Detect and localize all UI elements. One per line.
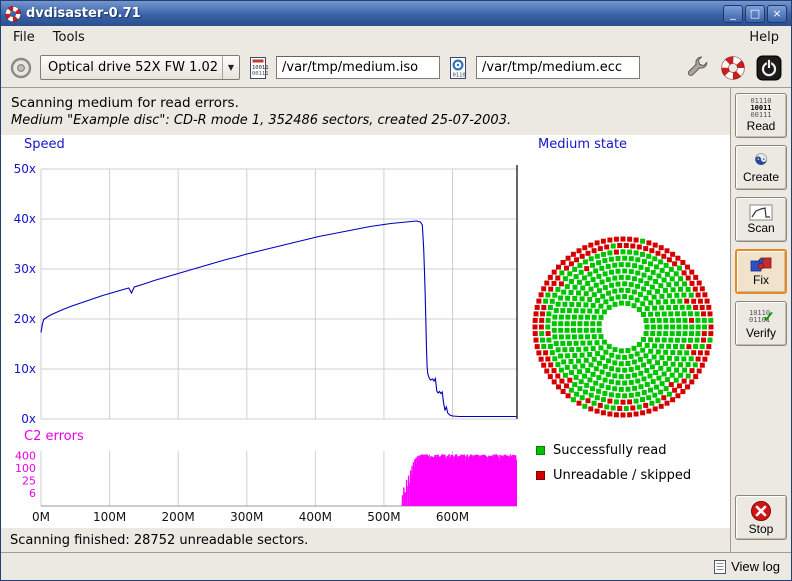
svg-text:50x: 50x	[14, 162, 36, 176]
lifebelt-icon	[720, 55, 746, 81]
view-log-button[interactable]: View log	[710, 557, 784, 576]
menu-bar: File Tools Help	[1, 26, 791, 48]
scan-result-text: Scanning finished: 28752 unreadable sect…	[10, 533, 308, 548]
wrench-icon	[684, 55, 710, 81]
maximize-button[interactable]: □	[745, 5, 765, 23]
menu-tools[interactable]: Tools	[44, 28, 94, 47]
fix-button[interactable]: Fix	[735, 249, 787, 294]
app-window: dvdisaster-0.71 _ □ × File Tools Help Op…	[0, 0, 792, 581]
check-icon: ✓	[762, 308, 775, 326]
minimize-button[interactable]: _	[723, 5, 743, 23]
status-message: Scanning medium for read errors.	[11, 95, 720, 111]
drawing-area: 0x 10x 20x 30x 40x 50x 0M 100M 200M 300M 400M 500M 6…	[1, 135, 730, 528]
ecc-file-input[interactable]	[476, 56, 640, 79]
svg-text:10x: 10x	[14, 362, 36, 376]
log-icon	[714, 560, 726, 574]
svg-text:20x: 20x	[14, 312, 36, 326]
svg-text:40x: 40x	[14, 212, 36, 226]
yin-yang-icon: ☯	[754, 152, 768, 170]
title-bar: dvdisaster-0.71 _ □ ×	[1, 1, 791, 26]
binary-check-icon: 10110 01101 ✓	[749, 308, 773, 326]
create-button[interactable]: ☯ Create	[735, 145, 787, 190]
scan-button[interactable]: Scan	[735, 197, 787, 242]
svg-text:500M: 500M	[367, 510, 400, 524]
medium-state-legend: Successfully read Unreadable / skipped	[536, 438, 691, 488]
stop-button[interactable]: Stop	[735, 495, 787, 540]
status-area: Scanning medium for read errors. Medium …	[1, 88, 730, 135]
menu-file[interactable]: File	[4, 28, 44, 47]
svg-text:400: 400	[15, 450, 36, 463]
scan-result-bar: Scanning finished: 28752 unreadable sect…	[1, 528, 730, 552]
view-log-label: View log	[731, 559, 780, 574]
preferences-button[interactable]	[683, 54, 711, 82]
chevron-down-icon[interactable]: ▼	[222, 56, 239, 79]
drive-icon	[9, 56, 33, 80]
help-button[interactable]	[719, 54, 747, 82]
svg-text:300M: 300M	[230, 510, 263, 524]
menu-help[interactable]: Help	[740, 28, 788, 47]
svg-text:0M: 0M	[32, 510, 50, 524]
drive-selector[interactable]: Optical drive 52X FW 1.02 ▼	[40, 55, 240, 80]
legend-label-read: Successfully read	[553, 443, 666, 458]
content-row: Scanning medium for read errors. Medium …	[1, 88, 791, 552]
toolbar: Optical drive 52X FW 1.02 ▼ 10011 00111 …	[1, 48, 791, 88]
footer-bar: View log	[1, 552, 791, 580]
svg-text:200M: 200M	[162, 510, 195, 524]
legend-label-error: Unreadable / skipped	[553, 468, 691, 483]
svg-text:00111: 00111	[252, 71, 269, 77]
iso-file-input[interactable]	[276, 56, 440, 79]
close-button[interactable]: ×	[767, 5, 787, 23]
quit-button[interactable]	[755, 54, 783, 82]
svg-text:100M: 100M	[93, 510, 126, 524]
svg-text:400M: 400M	[299, 510, 332, 524]
speed-chart-title: Speed	[24, 137, 65, 152]
c2-errors-title: C2 errors	[24, 429, 84, 444]
medium-state-title: Medium state	[538, 137, 627, 152]
svg-text:100: 100	[15, 462, 36, 475]
read-button[interactable]: 01110 10011 00111 Read	[735, 93, 787, 138]
stop-x-icon	[750, 500, 772, 522]
binary-read-icon: 01110 10011 00111	[750, 98, 771, 119]
svg-text:0x: 0x	[21, 412, 36, 426]
left-pane: Scanning medium for read errors. Medium …	[1, 88, 730, 552]
verify-button[interactable]: 10110 01101 ✓ Verify	[735, 301, 787, 346]
medium-info: Medium "Example disc": CD-R mode 1, 3524…	[11, 113, 720, 128]
legend-row-error: Unreadable / skipped	[536, 463, 691, 488]
legend-swatch-error	[536, 471, 545, 480]
svg-text:600M: 600M	[436, 510, 469, 524]
svg-text:25: 25	[22, 474, 36, 487]
app-logo-icon	[5, 6, 21, 22]
ecc-file-icon: 0110	[447, 56, 469, 80]
window-title: dvdisaster-0.71	[26, 6, 718, 21]
legend-swatch-read	[536, 446, 545, 455]
svg-text:30x: 30x	[14, 262, 36, 276]
svg-text:6: 6	[29, 487, 36, 500]
drive-selector-value: Optical drive 52X FW 1.02	[41, 60, 222, 75]
scan-curve-icon	[749, 204, 773, 221]
svg-text:0110: 0110	[453, 72, 466, 78]
action-sidebar: 01110 10011 00111 Read ☯ Create Scan	[730, 88, 791, 552]
iso-file-icon: 10011 00111	[247, 56, 269, 80]
legend-row-read: Successfully read	[536, 438, 691, 463]
puzzle-icon	[749, 256, 773, 273]
power-icon	[756, 55, 782, 81]
